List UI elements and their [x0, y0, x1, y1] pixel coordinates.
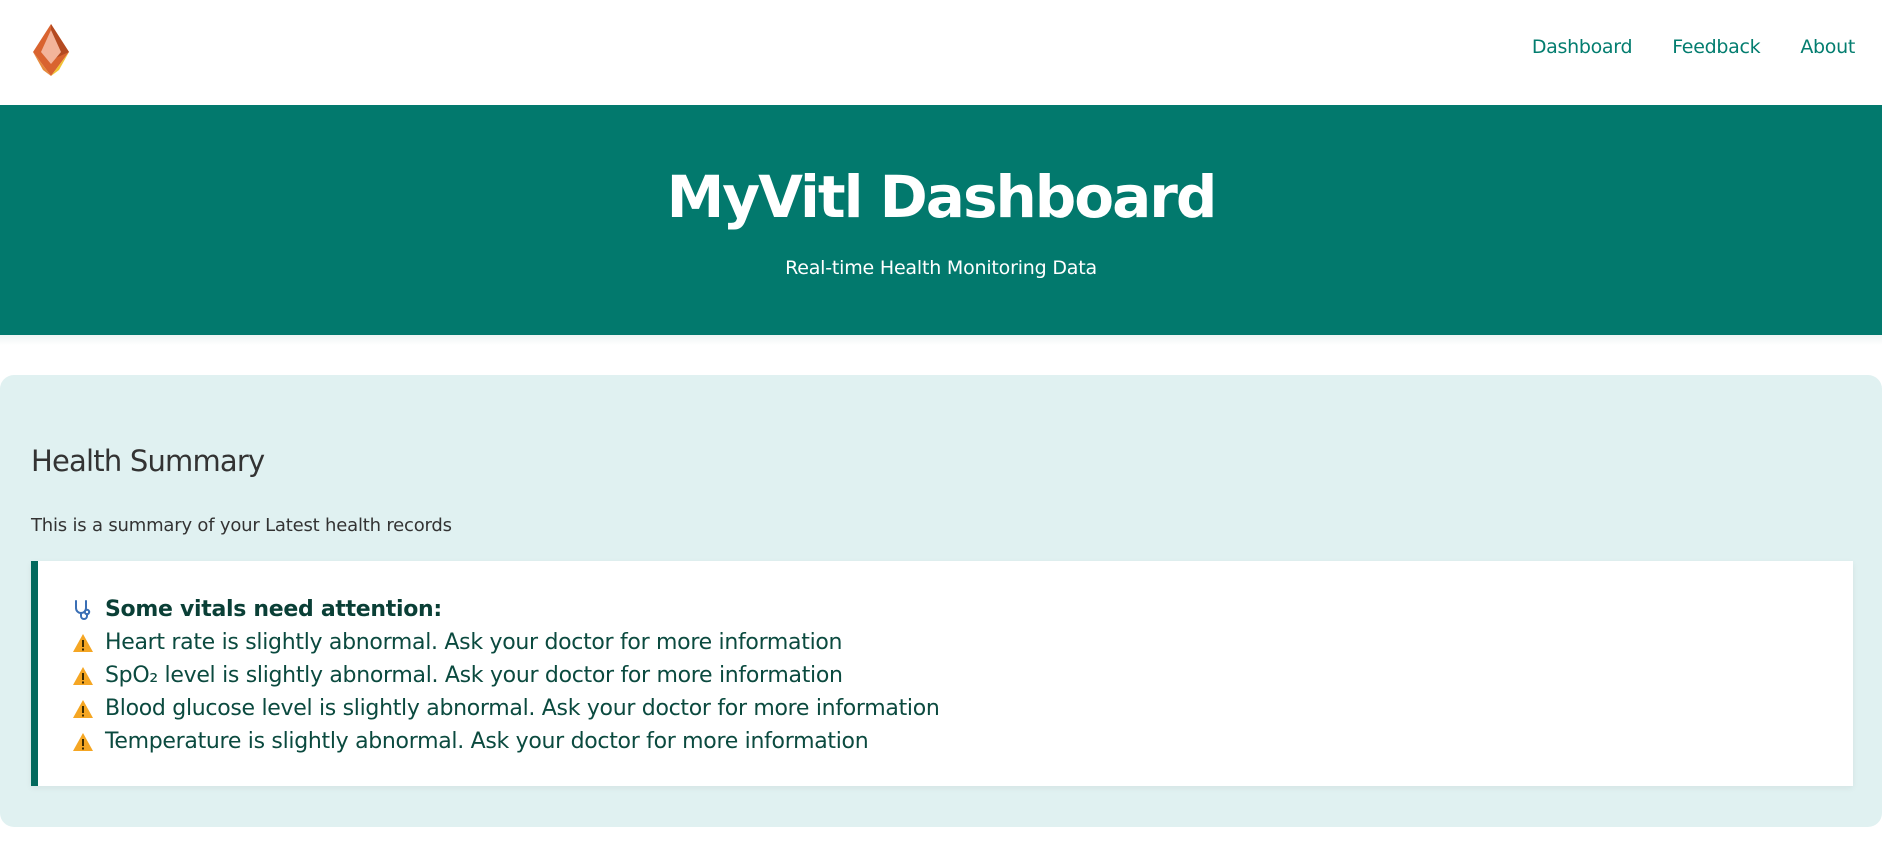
nav-link-feedback[interactable]: Feedback: [1672, 36, 1760, 58]
page-subtitle: Real-time Health Monitoring Data: [785, 257, 1097, 279]
alert-item-text: Heart rate is slightly abnormal. Ask you…: [105, 630, 843, 655]
alert-item: Temperature is slightly abnormal. Ask yo…: [71, 725, 940, 758]
page-title: MyVitl Dashboard: [666, 163, 1218, 231]
alert-item: SpO₂ level is slightly abnormal. Ask you…: [71, 659, 940, 692]
alert-item: Blood glucose level is slightly abnormal…: [71, 692, 940, 725]
alert-item-text: Blood glucose level is slightly abnormal…: [105, 696, 940, 721]
nav-links: Dashboard Feedback About: [1532, 36, 1855, 58]
app-logo[interactable]: [31, 24, 71, 76]
alert-item-text: Temperature is slightly abnormal. Ask yo…: [105, 729, 869, 754]
alert-lines: Some vitals need attention: Heart rate i…: [71, 593, 940, 758]
hero-banner: MyVitl Dashboard Real-time Health Monito…: [0, 105, 1882, 335]
alert-item: Heart rate is slightly abnormal. Ask you…: [71, 626, 940, 659]
nav-link-about[interactable]: About: [1800, 36, 1855, 58]
health-summary-card: Health Summary This is a summary of your…: [0, 375, 1882, 827]
nav-link-dashboard[interactable]: Dashboard: [1532, 36, 1633, 58]
summary-title: Health Summary: [31, 444, 265, 478]
gem-logo-icon: [33, 24, 69, 76]
alert-item-text: SpO₂ level is slightly abnormal. Ask you…: [105, 663, 843, 688]
stethoscope-icon: [71, 598, 95, 622]
warning-icon: [71, 664, 95, 688]
top-navbar: Dashboard Feedback About: [0, 0, 1882, 105]
summary-description: This is a summary of your Latest health …: [31, 515, 452, 536]
vitals-alert: Some vitals need attention: Heart rate i…: [31, 561, 1853, 786]
warning-icon: [71, 631, 95, 655]
warning-icon: [71, 697, 95, 721]
hero-shadow: [0, 335, 1882, 345]
alert-heading: Some vitals need attention:: [105, 597, 442, 622]
alert-heading-line: Some vitals need attention:: [71, 593, 940, 626]
warning-icon: [71, 730, 95, 754]
